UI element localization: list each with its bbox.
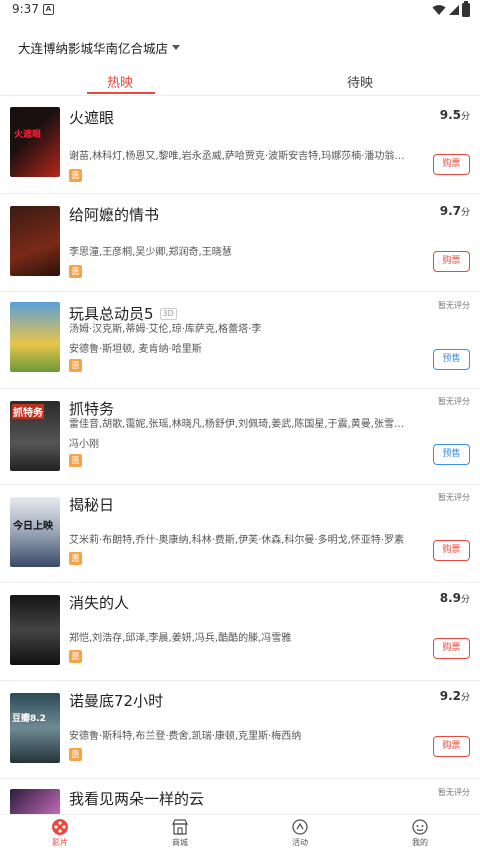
- movie-title: 诺曼底72小时: [69, 692, 164, 710]
- discount-badge: 惠: [69, 552, 82, 565]
- discount-badge: 惠: [69, 169, 82, 182]
- movie-cast: 安德鲁·斯科特,布兰登·费舍,凯瑞·康顿,克里斯·梅西纳: [69, 731, 302, 742]
- no-rating-label: 暂无评分: [438, 397, 470, 406]
- poster-text: 今日上映: [13, 521, 53, 532]
- movie-title: 玩具总动员5: [69, 305, 154, 323]
- movie-title: 火遮眼: [69, 109, 115, 127]
- presale-button[interactable]: 预售: [433, 444, 470, 465]
- movie-item[interactable]: 火遮眼 火遮眼 谢苗,林科灯,杨恩又,黎唯,岩永丞威,萨哈贾克·波斯安吉特,玛娜…: [0, 97, 480, 194]
- movie-poster: [10, 206, 60, 276]
- nav-activity[interactable]: 活动: [270, 818, 330, 848]
- status-time: 9:37: [12, 2, 39, 16]
- cinema-selector[interactable]: 大连博纳影城华南亿合城店: [18, 38, 181, 57]
- status-bar: 9:37 A: [0, 0, 480, 22]
- movie-poster: 豆瓣8.2: [10, 693, 60, 763]
- movie-cast: 郑恺,刘浩存,邱泽,李晨,姜妍,冯兵,酷酷的滕,冯雪雅: [69, 633, 292, 644]
- poster-text: 豆瓣8.2: [12, 714, 46, 724]
- poster-text: 抓特务: [12, 404, 44, 419]
- tab-coming-soon[interactable]: 待映: [300, 72, 420, 91]
- movie-item[interactable]: 给阿嬷的情书 李思潼,王彦桐,吴少卿,郑润奇,王晓慧 惠 9.7分 购票: [0, 194, 480, 292]
- caret-down-icon: [172, 45, 181, 50]
- buy-ticket-button[interactable]: 购票: [433, 251, 470, 272]
- movie-poster: [10, 595, 60, 665]
- film-reel-icon: [52, 819, 68, 835]
- notification-icon: A: [43, 4, 54, 15]
- no-rating-label: 暂无评分: [438, 788, 470, 797]
- discount-badge: 惠: [69, 454, 82, 467]
- movie-director: 冯小刚: [69, 439, 99, 450]
- nav-store[interactable]: 商城: [150, 818, 210, 848]
- movie-score: 9.7分: [439, 204, 470, 218]
- nav-profile[interactable]: 我的: [390, 818, 450, 848]
- movie-cast: 李思潼,王彦桐,吴少卿,郑润奇,王晓慧: [69, 247, 232, 258]
- movie-item[interactable]: 我看见两朵一样的云 暂无评分: [0, 779, 480, 819]
- nav-label: 影片: [52, 838, 68, 847]
- bottom-navigation: 影片 商城 活动 我的: [0, 814, 480, 853]
- tab-now-showing[interactable]: 热映: [60, 72, 180, 91]
- no-rating-label: 暂无评分: [438, 301, 470, 310]
- movie-title: 消失的人: [69, 594, 130, 612]
- buy-ticket-button[interactable]: 购票: [433, 638, 470, 659]
- movie-tabs: 热映 待映: [0, 66, 480, 96]
- movie-item[interactable]: 消失的人 郑恺,刘浩存,邱泽,李晨,姜妍,冯兵,酷酷的滕,冯雪雅 惠 8.9分 …: [0, 583, 480, 681]
- movie-score: 9.5分: [439, 108, 470, 122]
- movie-title: 给阿嬷的情书: [69, 206, 160, 224]
- wifi-icon: [432, 5, 446, 15]
- movie-poster: 火遮眼: [10, 107, 60, 177]
- store-icon: [171, 819, 189, 835]
- cinema-name: 大连博纳影城华南亿合城店: [18, 41, 169, 56]
- no-rating-label: 暂无评分: [438, 493, 470, 502]
- movie-item[interactable]: 玩具总动员5 3D 汤姆·汉克斯,蒂姆·艾伦,琼·库萨克,格蕾塔·李 安德鲁·斯…: [0, 292, 480, 389]
- movie-item[interactable]: 豆瓣8.2 诺曼底72小时 安德鲁·斯科特,布兰登·费舍,凯瑞·康顿,克里斯·梅…: [0, 681, 480, 779]
- discount-badge: 惠: [69, 359, 82, 372]
- nav-label: 我的: [412, 838, 428, 847]
- signal-icon: [449, 5, 459, 15]
- movie-poster: [10, 302, 60, 372]
- battery-icon: [462, 1, 470, 17]
- movie-poster: 抓特务: [10, 401, 60, 471]
- movie-cast: 雷佳音,胡歌,霭妮,张瑶,林晓凡,杨舒伊,刘佩琦,姜武,陈国星,于震,黄曼,张雪…: [69, 419, 409, 430]
- movie-poster: 今日上映: [10, 497, 60, 567]
- profile-icon: [412, 819, 428, 835]
- nav-films[interactable]: 影片: [30, 818, 90, 848]
- movie-cast: 艾米莉·布朗特,乔什·奥康纳,科林·费斯,伊芙·休森,科尔曼·多明戈,怀亚特·罗…: [69, 535, 404, 546]
- format-3d-badge: 3D: [159, 307, 177, 320]
- movie-cast: 谢苗,林科灯,杨恩又,黎唯,岩永丞威,萨哈贾克·波斯安吉特,玛娜莎楠·潘功翁固,…: [69, 151, 409, 162]
- movie-title: 揭秘日: [69, 496, 115, 514]
- presale-button[interactable]: 预售: [433, 349, 470, 370]
- nav-label: 活动: [292, 838, 308, 847]
- poster-text: 火遮眼: [14, 130, 42, 140]
- discount-badge: 惠: [69, 748, 82, 761]
- movie-poster: [10, 789, 60, 815]
- discount-badge: 惠: [69, 265, 82, 278]
- nav-label: 商城: [172, 838, 188, 847]
- movie-score: 8.9分: [439, 591, 470, 605]
- buy-ticket-button[interactable]: 购票: [433, 154, 470, 175]
- discount-badge: 惠: [69, 650, 82, 663]
- movie-cast: 汤姆·汉克斯,蒂姆·艾伦,琼·库萨克,格蕾塔·李: [69, 324, 262, 335]
- movie-title: 我看见两朵一样的云: [69, 790, 205, 808]
- movie-director: 安德鲁·斯坦顿, 麦肯纳·哈里斯: [69, 344, 202, 355]
- movie-score: 9.2分: [439, 689, 470, 703]
- buy-ticket-button[interactable]: 购票: [433, 540, 470, 561]
- buy-ticket-button[interactable]: 购票: [433, 736, 470, 757]
- movie-item[interactable]: 今日上映 揭秘日 艾米莉·布朗特,乔什·奥康纳,科林·费斯,伊芙·休森,科尔曼·…: [0, 485, 480, 583]
- active-tab-indicator: [87, 92, 155, 94]
- movie-title: 抓特务: [69, 400, 115, 418]
- movie-item[interactable]: 抓特务 抓特务 雷佳音,胡歌,霭妮,张瑶,林晓凡,杨舒伊,刘佩琦,姜武,陈国星,…: [0, 389, 480, 485]
- activity-icon: [292, 819, 308, 835]
